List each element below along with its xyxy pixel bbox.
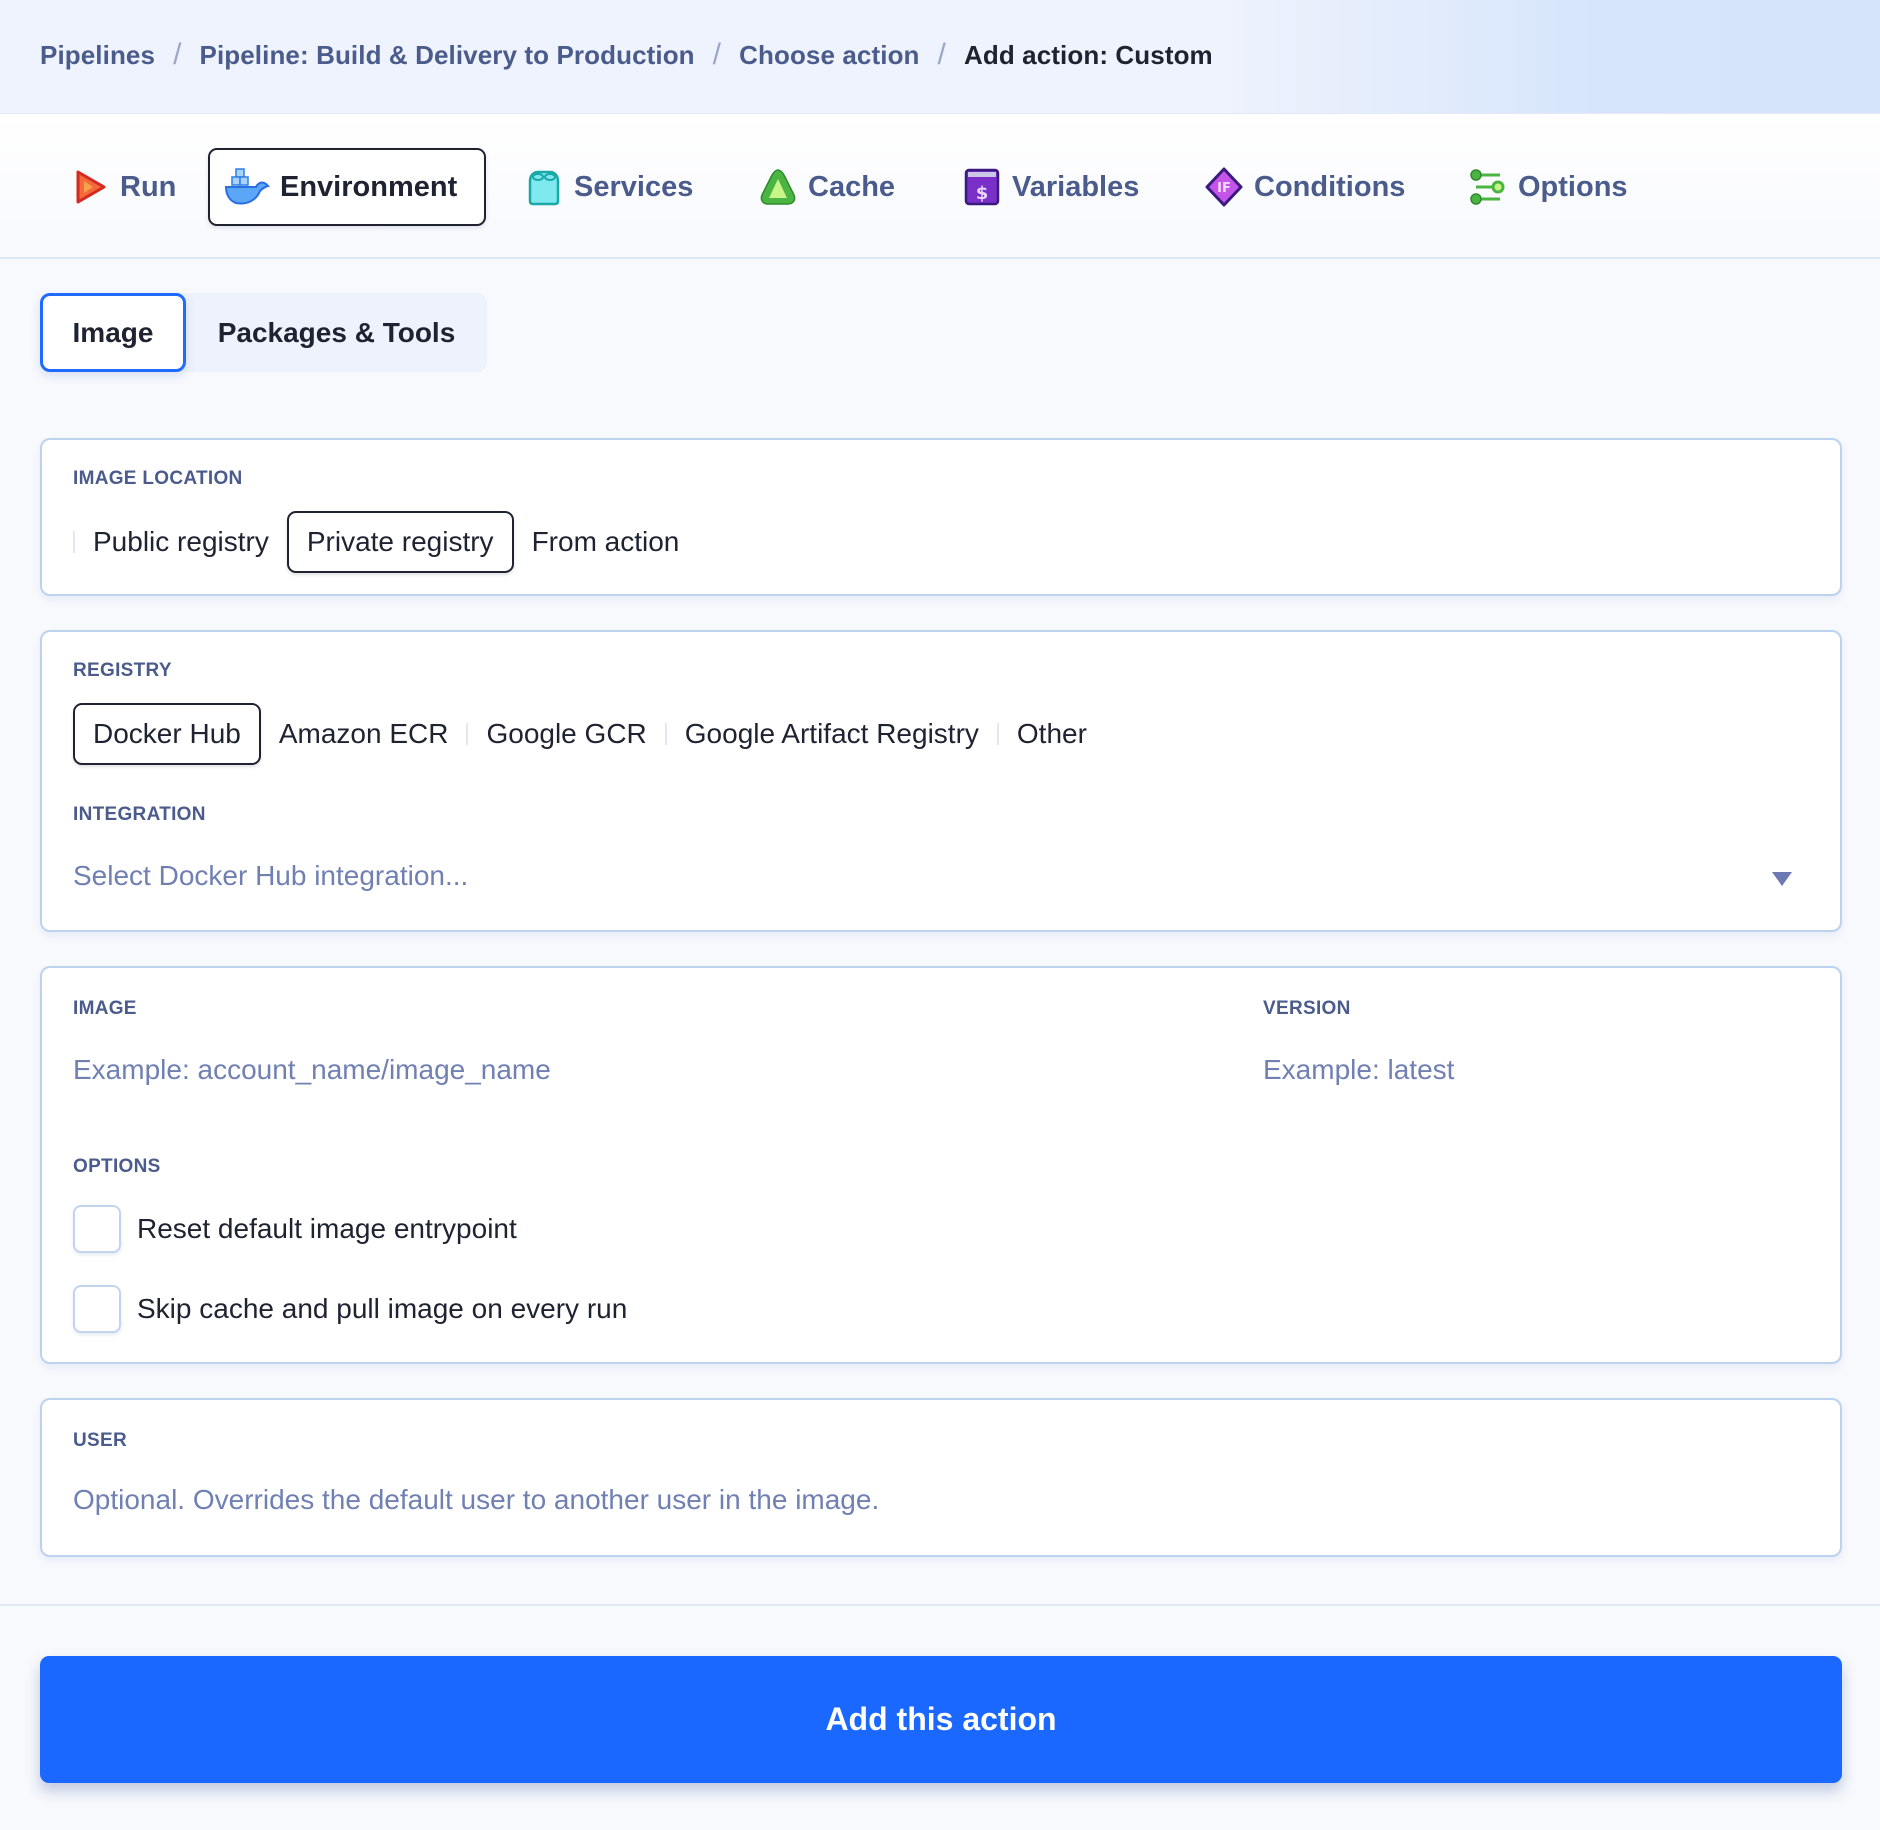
- option-other[interactable]: Other: [999, 703, 1105, 765]
- image-location-selector: Public registry Private registry From ac…: [73, 511, 697, 573]
- svg-text:IF: IF: [1217, 181, 1231, 196]
- checkbox-label: Reset default image entrypoint: [137, 1213, 517, 1244]
- option-google-artifact-registry[interactable]: Google Artifact Registry: [667, 703, 997, 765]
- image-location-label: IMAGE LOCATION: [73, 468, 243, 489]
- integration-select[interactable]: Select Docker Hub integration...: [73, 860, 1793, 892]
- option-private-registry[interactable]: Private registry: [286, 511, 514, 573]
- header-bar: Pipelines / Pipeline: Build & Delivery t…: [0, 0, 1880, 114]
- subtab-packages-tools[interactable]: Packages & Tools: [186, 293, 487, 372]
- cache-triangle-icon: [758, 167, 798, 207]
- image-input[interactable]: Example: account_name/image_name: [73, 1054, 1173, 1086]
- checkbox-skip-cache[interactable]: Skip cache and pull image on every run: [73, 1285, 627, 1333]
- chevron-down-icon[interactable]: [1772, 872, 1792, 886]
- tab-services-label: Services: [574, 170, 694, 203]
- breadcrumb-separator: /: [173, 38, 182, 71]
- breadcrumb-current: Add action: Custom: [963, 39, 1213, 70]
- svg-text:$: $: [976, 183, 989, 204]
- subtab-image[interactable]: Image: [40, 293, 186, 372]
- run-play-icon: [70, 167, 110, 207]
- tab-variables[interactable]: $ Variables: [948, 148, 1153, 226]
- registry-selector: Docker Hub Amazon ECR Google GCR Google …: [73, 703, 1105, 765]
- checkbox-label: Skip cache and pull image on every run: [137, 1293, 628, 1324]
- tab-cache[interactable]: Cache: [744, 148, 909, 226]
- image-location-card: IMAGE LOCATION Public registry Private r…: [40, 438, 1842, 596]
- version-label: VERSION: [1263, 998, 1351, 1019]
- checkbox-reset-entrypoint[interactable]: Reset default image entrypoint: [73, 1205, 517, 1253]
- tab-options[interactable]: Options: [1454, 148, 1642, 226]
- checkbox[interactable]: [73, 1205, 121, 1253]
- breadcrumb-choose-action[interactable]: Choose action: [739, 40, 919, 71]
- registry-card: REGISTRY Docker Hub Amazon ECR Google GC…: [40, 630, 1842, 932]
- option-amazon-ecr[interactable]: Amazon ECR: [261, 703, 467, 765]
- breadcrumb-pipelines[interactable]: Pipelines: [40, 40, 155, 71]
- services-block-icon: [524, 167, 564, 207]
- version-input[interactable]: Example: latest: [1263, 1054, 1803, 1086]
- option-docker-hub[interactable]: Docker Hub: [73, 703, 261, 765]
- tab-options-label: Options: [1518, 170, 1628, 203]
- tab-environment-label: Environment: [280, 170, 458, 203]
- integration-label: INTEGRATION: [73, 804, 206, 825]
- breadcrumb-separator: /: [937, 38, 946, 71]
- registry-label: REGISTRY: [73, 660, 172, 681]
- image-details-card: IMAGE Example: account_name/image_name V…: [40, 966, 1842, 1364]
- options-label: OPTIONS: [73, 1156, 161, 1177]
- tab-cache-label: Cache: [808, 170, 896, 203]
- option-google-gcr[interactable]: Google GCR: [468, 703, 664, 765]
- tab-variables-label: Variables: [1012, 170, 1140, 203]
- checkbox[interactable]: [73, 1285, 121, 1333]
- tab-run-label: Run: [120, 170, 177, 203]
- image-label: IMAGE: [73, 998, 137, 1019]
- breadcrumb: Pipelines / Pipeline: Build & Delivery t…: [40, 38, 1213, 72]
- tab-run[interactable]: Run: [56, 148, 190, 226]
- action-tabs: Run Environment Services Cache $ Variabl…: [0, 114, 1880, 259]
- user-input[interactable]: Optional. Overrides the default user to …: [73, 1484, 1793, 1516]
- user-label: USER: [73, 1430, 127, 1451]
- add-action-button[interactable]: Add this action: [40, 1656, 1842, 1783]
- conditions-if-icon: IF: [1204, 167, 1244, 207]
- environment-subtabs: Image Packages & Tools: [40, 293, 487, 372]
- option-from-action[interactable]: From action: [514, 511, 698, 573]
- breadcrumb-separator: /: [712, 38, 722, 71]
- tab-conditions[interactable]: IF Conditions: [1190, 148, 1419, 226]
- footer-divider: [0, 1604, 1880, 1606]
- docker-whale-icon: [224, 167, 270, 207]
- variables-dollar-icon: $: [962, 167, 1002, 207]
- tab-environment[interactable]: Environment: [208, 148, 486, 226]
- options-sliders-icon: [1468, 167, 1508, 207]
- user-card: USER Optional. Overrides the default use…: [40, 1398, 1842, 1557]
- option-public-registry[interactable]: Public registry: [75, 511, 287, 573]
- tab-conditions-label: Conditions: [1254, 170, 1406, 203]
- tab-services[interactable]: Services: [510, 148, 707, 226]
- breadcrumb-pipeline[interactable]: Pipeline: Build & Delivery to Production: [200, 40, 695, 71]
